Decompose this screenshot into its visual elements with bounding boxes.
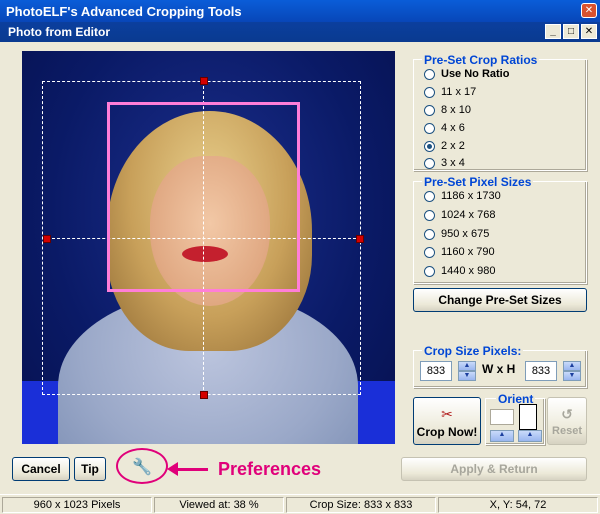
preset-sizes-group: Pre-Set Pixel Sizes 1186 x 1730 1024 x 7…: [413, 175, 587, 284]
crop-size-title: Crop Size Pixels:: [422, 344, 524, 358]
up-arrow-icon[interactable]: ▲: [518, 430, 542, 442]
crop-width-spinner[interactable]: ▲ ▼: [458, 361, 476, 381]
radio-selected-icon: [424, 140, 435, 152]
ratio-option-no-ratio[interactable]: Use No Ratio: [424, 68, 509, 80]
size-option-1440x980[interactable]: 1440 x 980: [424, 265, 495, 277]
status-coordinates: X, Y: 54, 72: [438, 497, 598, 513]
preferences-callout-label: Preferences: [218, 459, 322, 479]
subwindow-title: Photo from Editor: [8, 25, 110, 39]
ratio-option-4x6[interactable]: 4 x 6: [424, 122, 465, 134]
maximize-button[interactable]: □: [563, 24, 579, 39]
status-crop-size: Crop Size: 833 x 833: [286, 497, 436, 513]
window-close-button[interactable]: ✕: [581, 3, 597, 18]
preferences-wrench-icon[interactable]: 🔧: [132, 457, 152, 477]
radio-icon: [424, 157, 435, 169]
apply-return-button[interactable]: Apply & Return: [401, 457, 587, 481]
crop-handle-top[interactable]: [200, 77, 208, 85]
up-arrow-icon[interactable]: ▲: [458, 361, 476, 371]
callout-arrow-shaft: [174, 468, 208, 471]
crop-now-button[interactable]: ✂ Crop Now!: [413, 397, 481, 445]
orient-landscape-button[interactable]: ▲: [490, 430, 514, 442]
change-preset-sizes-button[interactable]: Change Pre-Set Sizes: [413, 288, 587, 312]
size-option-1024x768[interactable]: 1024 x 768: [424, 209, 495, 221]
radio-icon: [424, 122, 435, 134]
radio-icon: [424, 104, 435, 116]
crop-handle-left[interactable]: [43, 235, 51, 243]
status-bar: 960 x 1023 Pixels Viewed at: 38 % Crop S…: [0, 494, 600, 514]
wxh-label: W x H: [482, 362, 516, 376]
up-arrow-icon[interactable]: ▲: [490, 430, 514, 442]
size-option-1186x1730[interactable]: 1186 x 1730: [424, 190, 501, 202]
crop-handle-bottom[interactable]: [200, 391, 208, 399]
window-titlebar: PhotoELF's Advanced Cropping Tools ✕: [0, 0, 600, 22]
crop-height-spinner[interactable]: ▲ ▼: [563, 361, 581, 381]
size-option-1160x790[interactable]: 1160 x 790: [424, 246, 495, 258]
status-dimensions: 960 x 1023 Pixels: [2, 497, 152, 513]
reset-icon: ↺: [561, 406, 573, 422]
orient-portrait-button[interactable]: ▲: [518, 430, 542, 442]
radio-icon: [424, 228, 435, 240]
reset-button[interactable]: ↺ Reset: [547, 397, 587, 445]
tip-button[interactable]: Tip: [74, 457, 106, 481]
crop-height-input[interactable]: 833: [525, 361, 557, 381]
radio-icon: [424, 209, 435, 221]
cancel-button[interactable]: Cancel: [12, 457, 70, 481]
crop-handle-right[interactable]: [356, 235, 364, 243]
window-title: PhotoELF's Advanced Cropping Tools: [6, 4, 242, 19]
subwindow-close-button[interactable]: ✕: [581, 24, 597, 39]
scissors-icon: ✂: [441, 406, 453, 422]
orient-landscape-preview: [490, 409, 514, 425]
orient-portrait-preview: [519, 404, 537, 430]
minimize-button[interactable]: _: [545, 24, 561, 39]
callout-arrow-icon: [167, 462, 178, 476]
preset-ratios-group: Pre-Set Crop Ratios Use No Ratio 11 x 17…: [413, 53, 587, 171]
up-arrow-icon[interactable]: ▲: [563, 361, 581, 371]
down-arrow-icon[interactable]: ▼: [563, 371, 581, 381]
status-zoom: Viewed at: 38 %: [154, 497, 284, 513]
crop-width-input[interactable]: 833: [420, 361, 452, 381]
preset-sizes-title: Pre-Set Pixel Sizes: [422, 175, 534, 189]
radio-icon: [424, 68, 435, 80]
ratio-option-8x10[interactable]: 8 x 10: [424, 104, 471, 116]
ratio-option-3x4[interactable]: 3 x 4: [424, 157, 465, 169]
radio-icon: [424, 246, 435, 258]
radio-icon: [424, 265, 435, 277]
radio-icon: [424, 86, 435, 98]
radio-icon: [424, 190, 435, 202]
down-arrow-icon[interactable]: ▼: [458, 371, 476, 381]
subwindow-titlebar: Photo from Editor _ □ ✕: [0, 22, 600, 42]
ratio-option-2x2[interactable]: 2 x 2: [424, 140, 465, 152]
size-option-950x675[interactable]: 950 x 675: [424, 228, 489, 240]
preset-ratios-title: Pre-Set Crop Ratios: [422, 53, 540, 67]
ratio-option-11x17[interactable]: 11 x 17: [424, 86, 476, 98]
face-frame: [107, 102, 300, 292]
